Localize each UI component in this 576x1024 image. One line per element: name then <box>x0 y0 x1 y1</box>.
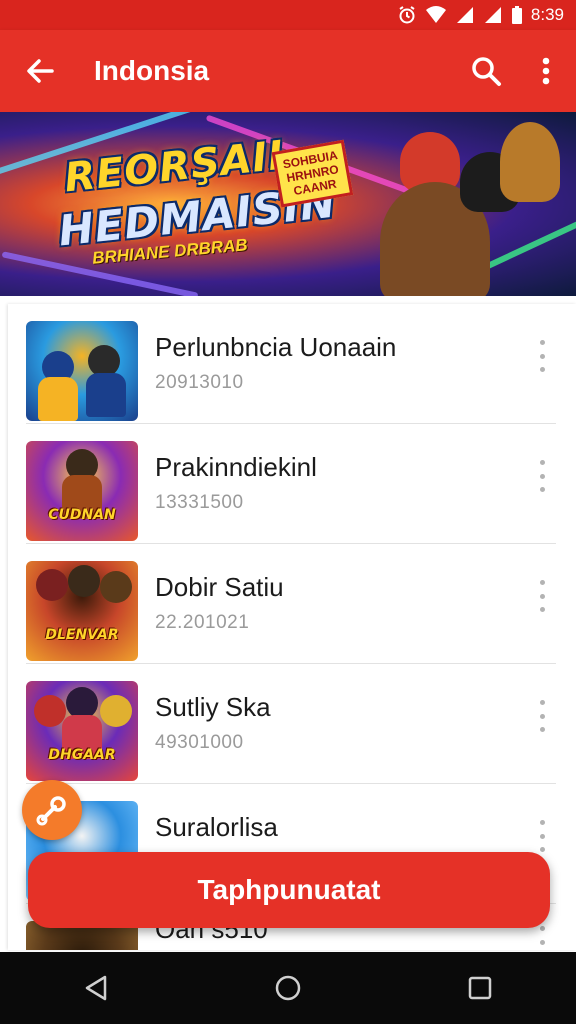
thumb-figure <box>34 695 66 727</box>
item-more-button[interactable] <box>534 340 550 372</box>
list-item[interactable]: DHGAAR Sutliy Ska 49301000 <box>8 664 576 784</box>
back-triangle-icon <box>85 975 107 1001</box>
thumb-figure <box>100 571 132 603</box>
nav-home-button[interactable] <box>256 956 320 1020</box>
game-name: Prakinndiekinl <box>155 452 317 482</box>
item-more-button[interactable] <box>534 926 550 950</box>
thumb-label: CUDNAN <box>48 507 116 523</box>
wrench-fab-button[interactable] <box>22 780 82 840</box>
thumb-label: DHGAAR <box>48 747 116 763</box>
game-count: 49301000 <box>155 732 244 753</box>
game-name: Suralorlisa <box>155 812 278 842</box>
item-more-button[interactable] <box>534 700 550 732</box>
wifi-icon <box>425 6 446 23</box>
thumb-figure <box>38 377 78 421</box>
game-thumbnail: DLENVAR <box>26 561 138 661</box>
page-title: Indonsia <box>94 55 210 86</box>
list-item[interactable]: DLENVAR Dobir Satiu 22.201021 <box>8 544 576 664</box>
search-icon <box>472 57 501 86</box>
thumb-label: DLENVAR <box>45 627 119 643</box>
nav-back-button[interactable] <box>64 956 128 1020</box>
app-bar: Indonsia <box>0 30 576 112</box>
thumb-figure <box>68 565 100 597</box>
game-count: 13331500 <box>155 492 244 513</box>
game-count: 22.201021 <box>155 612 250 633</box>
banner-badge: SOHBUIA HRHNRO CAANR <box>271 139 354 208</box>
status-time: 8:39 <box>530 5 564 24</box>
primary-cta-button[interactable]: Taphpunuatat <box>28 852 550 928</box>
home-circle-icon <box>275 975 301 1001</box>
game-thumbnail <box>26 321 138 421</box>
game-name: Sutliy Ska <box>155 692 271 722</box>
search-button[interactable] <box>456 30 516 112</box>
wrench-icon <box>36 796 66 826</box>
character-figure <box>500 122 560 202</box>
thumb-figure <box>100 695 132 727</box>
system-nav-bar <box>0 952 576 1024</box>
alarm-icon <box>399 6 415 24</box>
status-bar: 8:39 <box>0 0 576 30</box>
signal-icon <box>456 7 473 23</box>
item-more-button[interactable] <box>534 460 550 492</box>
signal-icon <box>484 7 501 23</box>
item-more-button[interactable] <box>534 820 550 852</box>
promo-banner[interactable]: REORŞAII HEDMAISIN BRHIANE DRBRAB SOHBUI… <box>0 112 576 296</box>
nav-recents-button[interactable] <box>448 956 512 1020</box>
back-button[interactable] <box>4 30 76 112</box>
game-thumbnail: CUDNAN <box>26 441 138 541</box>
thumb-figure <box>36 569 68 601</box>
game-name: Dobir Satiu <box>155 572 284 602</box>
game-thumbnail: DHGAAR <box>26 681 138 781</box>
back-arrow-icon <box>27 59 54 83</box>
battery-icon <box>511 6 522 24</box>
list-item[interactable]: Perlunbncia Uonaain 20913010 <box>8 304 576 424</box>
overflow-menu-button[interactable] <box>516 30 576 112</box>
recents-square-icon <box>468 976 492 1000</box>
more-vertical-icon <box>542 57 550 85</box>
game-name: Perlunbncia Uonaain <box>155 332 397 362</box>
item-more-button[interactable] <box>534 580 550 612</box>
thumb-figure <box>86 373 126 417</box>
game-count: 20913010 <box>155 372 244 393</box>
list-item[interactable]: CUDNAN Prakinndiekinl 13331500 <box>8 424 576 544</box>
